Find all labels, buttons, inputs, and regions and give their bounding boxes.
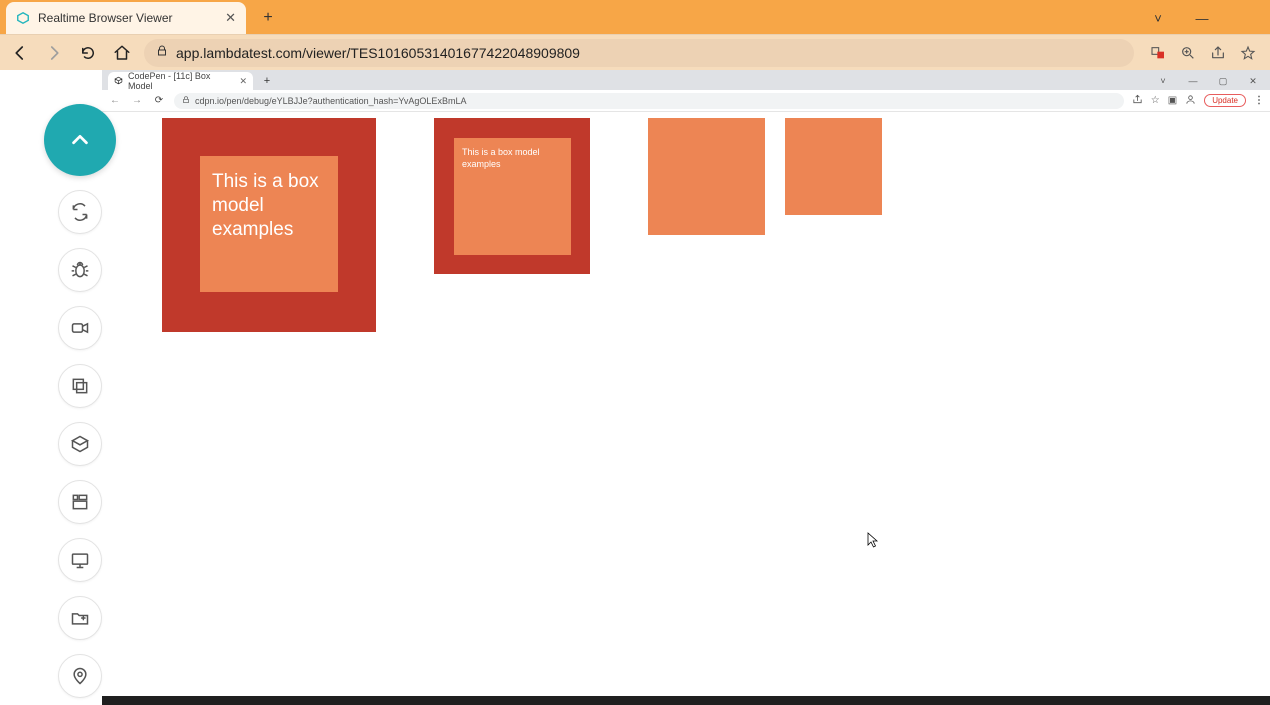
inner-right-icons: ☆ ▣ Update ⋮ <box>1132 94 1264 108</box>
inner-window-controls: ˅ — ▢ ✕ <box>1148 72 1270 90</box>
inner-omnibox[interactable]: cdpn.io/pen/debug/eYLBJJe?authentication… <box>174 93 1124 109</box>
inner-tab-title: CodePen - [11c] Box Model <box>128 71 234 91</box>
box-1-outer: This is a box model examples <box>162 118 376 332</box>
inner-url-text: cdpn.io/pen/debug/eYLBJJe?authentication… <box>195 96 466 106</box>
inner-forward-button[interactable]: → <box>130 95 144 106</box>
close-tab-icon[interactable]: ✕ <box>225 10 236 26</box>
sidebar-collapse-button[interactable] <box>44 104 116 176</box>
remote-taskbar[interactable] <box>102 696 1270 705</box>
inner-new-tab-button[interactable]: + <box>259 73 275 89</box>
video-icon[interactable] <box>58 306 102 350</box>
inner-menu-icon[interactable]: ⋮ <box>1254 95 1264 106</box>
inner-content: This is a box model examples This is a b… <box>102 112 1270 696</box>
outer-right-icons <box>1144 45 1262 61</box>
inner-extensions-icon[interactable]: ▣ <box>1168 95 1177 106</box>
screen-icon[interactable] <box>58 538 102 582</box>
outer-tabstrip: Realtime Browser Viewer ✕ + ˅ — ✕ <box>0 0 1270 34</box>
window-minimize-icon[interactable]: — <box>1180 2 1224 34</box>
inner-tab[interactable]: CodePen - [11c] Box Model ✕ <box>108 72 253 90</box>
remote-viewport: CodePen - [11c] Box Model ✕ + ˅ — ▢ ✕ ← … <box>0 70 1270 705</box>
inner-close-icon[interactable]: ✕ <box>1238 72 1268 90</box>
reload-button[interactable] <box>76 41 100 65</box>
inner-maximize-icon[interactable]: ▢ <box>1208 72 1238 90</box>
inner-bookmark-icon[interactable]: ☆ <box>1151 95 1160 106</box>
bug-icon[interactable] <box>58 248 102 292</box>
back-button[interactable] <box>8 41 32 65</box>
inner-share-icon[interactable] <box>1132 94 1143 108</box>
inner-minimize-icon[interactable]: — <box>1178 72 1208 90</box>
box-2-outer: This is a box model examples <box>434 118 590 274</box>
outer-tab[interactable]: Realtime Browser Viewer ✕ <box>6 2 246 34</box>
outer-tab-title: Realtime Browser Viewer <box>38 11 173 25</box>
inner-update-button[interactable]: Update <box>1204 94 1246 107</box>
box-1-inner: This is a box model examples <box>200 156 338 292</box>
translate-icon[interactable] <box>1150 45 1166 61</box>
inner-reload-button[interactable]: ⟳ <box>152 95 166 106</box>
inner-toolbar: ← → ⟳ cdpn.io/pen/debug/eYLBJJe?authenti… <box>102 90 1270 112</box>
inner-lock-icon <box>182 96 190 106</box>
bookmark-icon[interactable] <box>1240 45 1256 61</box>
devtools-icon[interactable] <box>58 422 102 466</box>
lock-icon <box>156 45 168 60</box>
lambdatest-favicon-icon <box>16 11 30 25</box>
forward-button[interactable] <box>42 41 66 65</box>
lt-sidebar <box>44 104 116 705</box>
zoom-icon[interactable] <box>1180 45 1196 61</box>
inner-close-tab-icon[interactable]: ✕ <box>239 76 247 87</box>
share-icon[interactable] <box>1210 45 1226 61</box>
outer-url-text: app.lambdatest.com/viewer/TES10160531401… <box>176 45 580 61</box>
inner-profile-icon[interactable] <box>1185 94 1196 108</box>
inner-browser-window: CodePen - [11c] Box Model ✕ + ˅ — ▢ ✕ ← … <box>102 70 1270 696</box>
outer-browser-window: Realtime Browser Viewer ✕ + ˅ — ✕ app.la… <box>0 0 1270 705</box>
switch-icon[interactable] <box>58 190 102 234</box>
box-2-inner: This is a box model examples <box>454 138 571 255</box>
box-3 <box>648 118 765 235</box>
location-icon[interactable] <box>58 654 102 698</box>
copy-icon[interactable] <box>58 364 102 408</box>
box-model-demo: This is a box model examples This is a b… <box>102 112 1270 332</box>
outer-window-controls: ˅ — ✕ <box>1136 2 1270 34</box>
layout-icon[interactable] <box>58 480 102 524</box>
outer-toolbar: app.lambdatest.com/viewer/TES10160531401… <box>0 34 1270 70</box>
codepen-favicon-icon <box>114 76 123 87</box>
home-button[interactable] <box>110 41 134 65</box>
box-4 <box>785 118 882 215</box>
mouse-cursor-icon <box>867 532 879 548</box>
window-chevron-icon[interactable]: ˅ <box>1136 2 1180 34</box>
new-tab-button[interactable]: + <box>254 4 282 32</box>
inner-chevron-icon[interactable]: ˅ <box>1148 72 1178 90</box>
inner-tabstrip: CodePen - [11c] Box Model ✕ + ˅ — ▢ ✕ <box>102 70 1270 90</box>
outer-omnibox[interactable]: app.lambdatest.com/viewer/TES10160531401… <box>144 39 1134 67</box>
folder-icon[interactable] <box>58 596 102 640</box>
